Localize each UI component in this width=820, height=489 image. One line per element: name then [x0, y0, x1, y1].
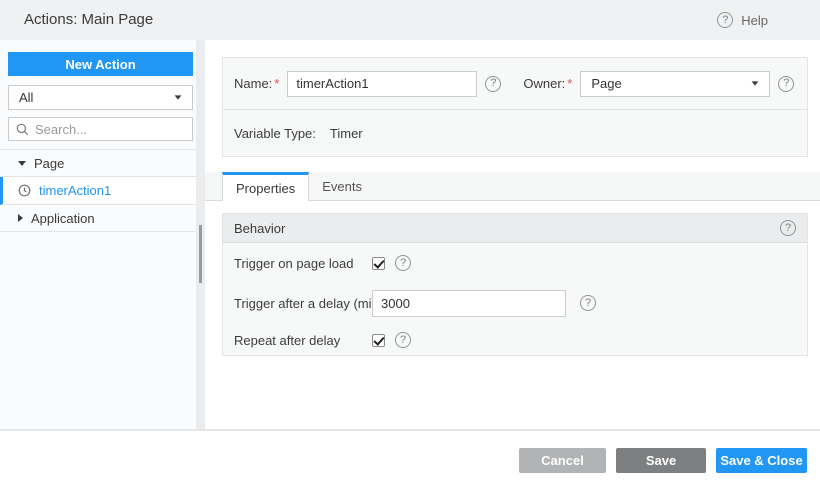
- help-label: Help: [741, 12, 768, 28]
- search-input[interactable]: [35, 121, 185, 137]
- tree-item-timeraction1[interactable]: timerAction1: [0, 177, 196, 205]
- repeat-after-delay-label: Repeat after delay: [234, 332, 341, 348]
- repeat-after-delay-checkbox[interactable]: [372, 333, 385, 347]
- filter-dropdown[interactable]: All: [8, 85, 193, 110]
- help-icon: [717, 12, 734, 28]
- variable-type-row: Variable Type: Timer: [223, 110, 807, 156]
- tab-properties[interactable]: Properties: [222, 172, 310, 201]
- chevron-down-icon: [174, 95, 182, 100]
- actions-dialog: Actions: Main Page Help New Action All P…: [0, 0, 820, 489]
- variable-type-label: Variable Type:: [234, 125, 316, 141]
- save-button[interactable]: Save: [616, 447, 706, 473]
- behavior-help-icon[interactable]: [780, 220, 796, 236]
- name-help-icon[interactable]: [485, 75, 502, 92]
- repeat-after-delay-row: Repeat after delay: [223, 325, 807, 355]
- save-and-close-button[interactable]: Save & Close: [716, 447, 807, 473]
- header-bar: Actions: Main Page Help: [0, 0, 820, 40]
- tree-item-label: Page: [34, 155, 65, 171]
- main-area: Name:* Owner:* Page Variable Type: Timer…: [205, 40, 820, 429]
- clock-icon: [18, 184, 31, 197]
- tab-bar: Properties Events: [205, 172, 820, 201]
- repeat-after-delay-help-icon[interactable]: [395, 332, 411, 348]
- tree-item-page[interactable]: Page: [0, 150, 196, 177]
- sidebar-scrollbar[interactable]: [196, 40, 205, 429]
- behavior-panel: Behavior Trigger on page load Trigger af…: [222, 213, 808, 356]
- tree-item-label: timerAction1: [39, 183, 112, 198]
- trigger-delay-help-icon[interactable]: [580, 295, 596, 311]
- filter-dropdown-value: All: [19, 90, 34, 105]
- search-icon: [16, 123, 29, 135]
- page-title: Actions: Main Page: [24, 11, 154, 28]
- trigger-delay-input[interactable]: [372, 289, 566, 317]
- trigger-on-page-load-help-icon[interactable]: [395, 255, 411, 271]
- triangle-right-icon: [18, 214, 23, 222]
- trigger-delay-row: Trigger after a delay (millisec...: [223, 281, 807, 325]
- name-label: Name: *: [234, 76, 280, 91]
- required-marker: *: [274, 76, 280, 91]
- cancel-button[interactable]: Cancel: [519, 447, 606, 473]
- behavior-title: Behavior: [234, 220, 286, 236]
- owner-label: Owner: *: [523, 76, 573, 91]
- tab-events[interactable]: Events: [309, 172, 375, 201]
- tree-item-application[interactable]: Application: [0, 205, 196, 232]
- trigger-on-page-load-checkbox[interactable]: [372, 256, 385, 270]
- tree-item-label: Application: [31, 210, 95, 226]
- owner-select[interactable]: Page: [580, 70, 771, 97]
- search-box: [8, 117, 193, 141]
- name-input[interactable]: [287, 70, 478, 97]
- trigger-on-page-load-row: Trigger on page load: [223, 245, 807, 281]
- name-owner-row: Name:* Owner:* Page: [223, 58, 807, 110]
- actions-tree: Page timerAction1 Application: [0, 149, 196, 232]
- behavior-section-header: Behavior: [223, 214, 807, 243]
- chevron-down-icon: [751, 81, 759, 86]
- owner-help-icon[interactable]: [778, 75, 795, 92]
- owner-select-value: Page: [591, 76, 622, 91]
- variable-type-value: Timer: [329, 125, 363, 141]
- required-marker: *: [567, 76, 573, 91]
- help-button[interactable]: Help: [717, 0, 768, 40]
- triangle-down-icon: [18, 160, 26, 166]
- scrollbar-thumb[interactable]: [199, 225, 202, 283]
- new-action-button[interactable]: New Action: [8, 52, 193, 76]
- trigger-on-page-load-label: Trigger on page load: [234, 255, 354, 271]
- sidebar: New Action All Page timerAction1: [0, 40, 205, 429]
- trigger-delay-label: Trigger after a delay (millisec...: [234, 295, 372, 311]
- footer-bar: Cancel Save Save & Close: [0, 431, 820, 489]
- action-form-panel: Name:* Owner:* Page Variable Type: Timer: [222, 57, 808, 157]
